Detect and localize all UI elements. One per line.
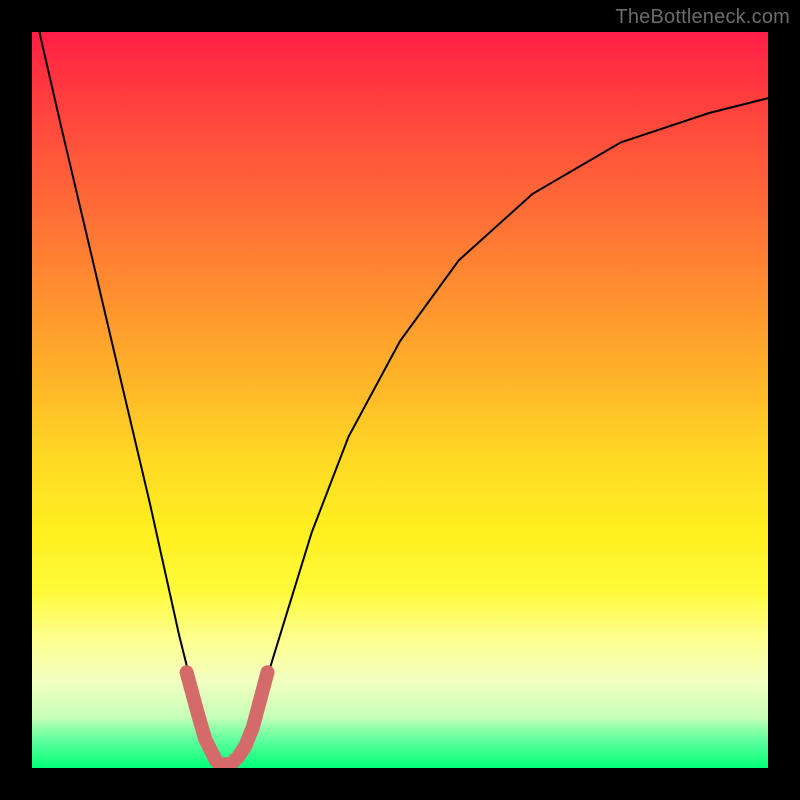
chart-svg [32,32,768,768]
watermark-text: TheBottleneck.com [615,6,790,29]
plot-area [32,32,768,768]
bottleneck-curve [39,32,768,761]
optimal-region-marker [187,672,268,764]
chart-frame: TheBottleneck.com [0,0,800,800]
